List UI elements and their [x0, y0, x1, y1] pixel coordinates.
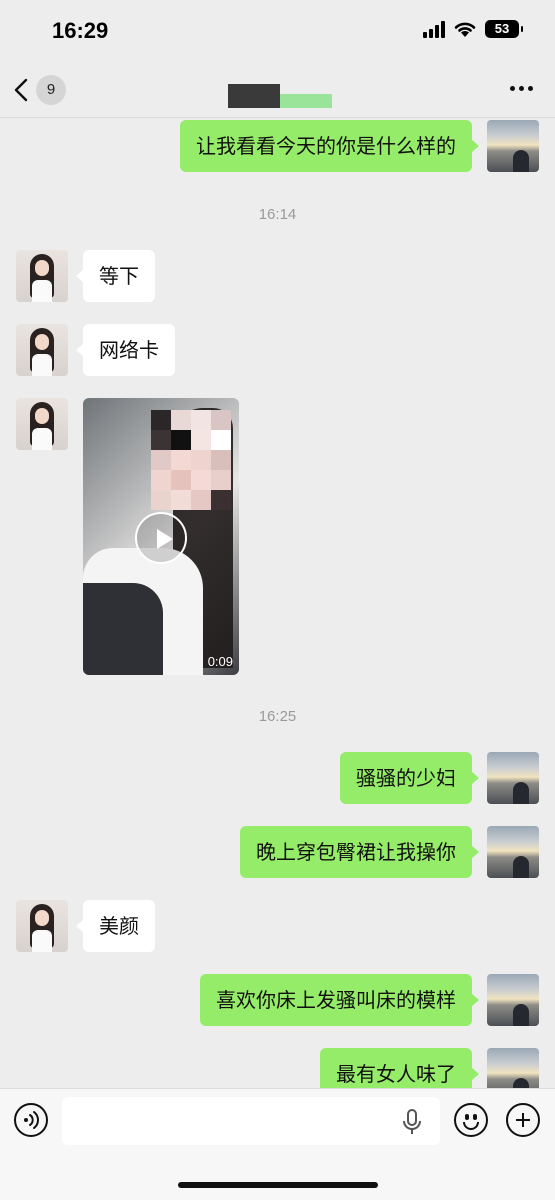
- video-duration: 0:09: [207, 654, 233, 669]
- unread-count-badge: 9: [36, 75, 66, 105]
- status-bar: 16:29 53: [0, 0, 555, 62]
- more-button[interactable]: [510, 86, 533, 91]
- my-avatar[interactable]: [487, 1048, 539, 1088]
- video-message[interactable]: 0:09: [83, 398, 239, 675]
- more-icon: [510, 86, 515, 91]
- contact-avatar[interactable]: [16, 900, 68, 952]
- voice-icon: [24, 1111, 39, 1129]
- my-avatar[interactable]: [487, 120, 539, 172]
- message-bubble-outgoing[interactable]: 让我看看今天的你是什么样的: [180, 120, 479, 172]
- message-list[interactable]: 让我看看今天的你是什么样的 16:14 等下 网络卡 0:09 16:25 骚骚…: [0, 118, 555, 1088]
- mic-icon[interactable]: [402, 1109, 422, 1135]
- chat-header: 9: [0, 62, 555, 118]
- message-bubble-incoming[interactable]: 网络卡: [76, 324, 175, 376]
- my-avatar[interactable]: [487, 752, 539, 804]
- timestamp: 16:25: [258, 708, 297, 725]
- message-bubble-outgoing[interactable]: 最有女人味了: [320, 1048, 479, 1088]
- my-avatar[interactable]: [487, 826, 539, 878]
- contact-avatar[interactable]: [16, 324, 68, 376]
- wifi-icon: [454, 22, 476, 37]
- message-input[interactable]: [62, 1097, 440, 1145]
- status-time: 16:29: [52, 18, 109, 43]
- voice-button[interactable]: [14, 1103, 48, 1137]
- chat-title-redacted: [228, 84, 332, 108]
- chevron-left-icon: [14, 78, 28, 102]
- contact-avatar[interactable]: [16, 398, 68, 450]
- message-bubble-outgoing[interactable]: 骚骚的少妇: [340, 752, 479, 804]
- plus-icon[interactable]: [506, 1103, 540, 1137]
- message-bubble-outgoing[interactable]: 喜欢你床上发骚叫床的模样: [200, 974, 479, 1026]
- message-bubble-incoming[interactable]: 等下: [76, 250, 155, 302]
- home-indicator[interactable]: [178, 1182, 378, 1188]
- emoji-icon[interactable]: [454, 1103, 488, 1137]
- battery-icon: 53: [485, 20, 523, 38]
- status-icons: 53: [423, 20, 523, 38]
- mosaic-blur: [151, 410, 231, 510]
- timestamp: 16:14: [258, 206, 297, 223]
- play-icon[interactable]: [135, 512, 187, 564]
- contact-avatar[interactable]: [16, 250, 68, 302]
- message-bubble-incoming[interactable]: 美颜: [76, 900, 155, 952]
- my-avatar[interactable]: [487, 974, 539, 1026]
- message-bubble-outgoing[interactable]: 晚上穿包臀裙让我操你: [240, 826, 479, 878]
- back-button[interactable]: 9: [14, 74, 84, 106]
- cellular-signal-icon: [423, 20, 445, 38]
